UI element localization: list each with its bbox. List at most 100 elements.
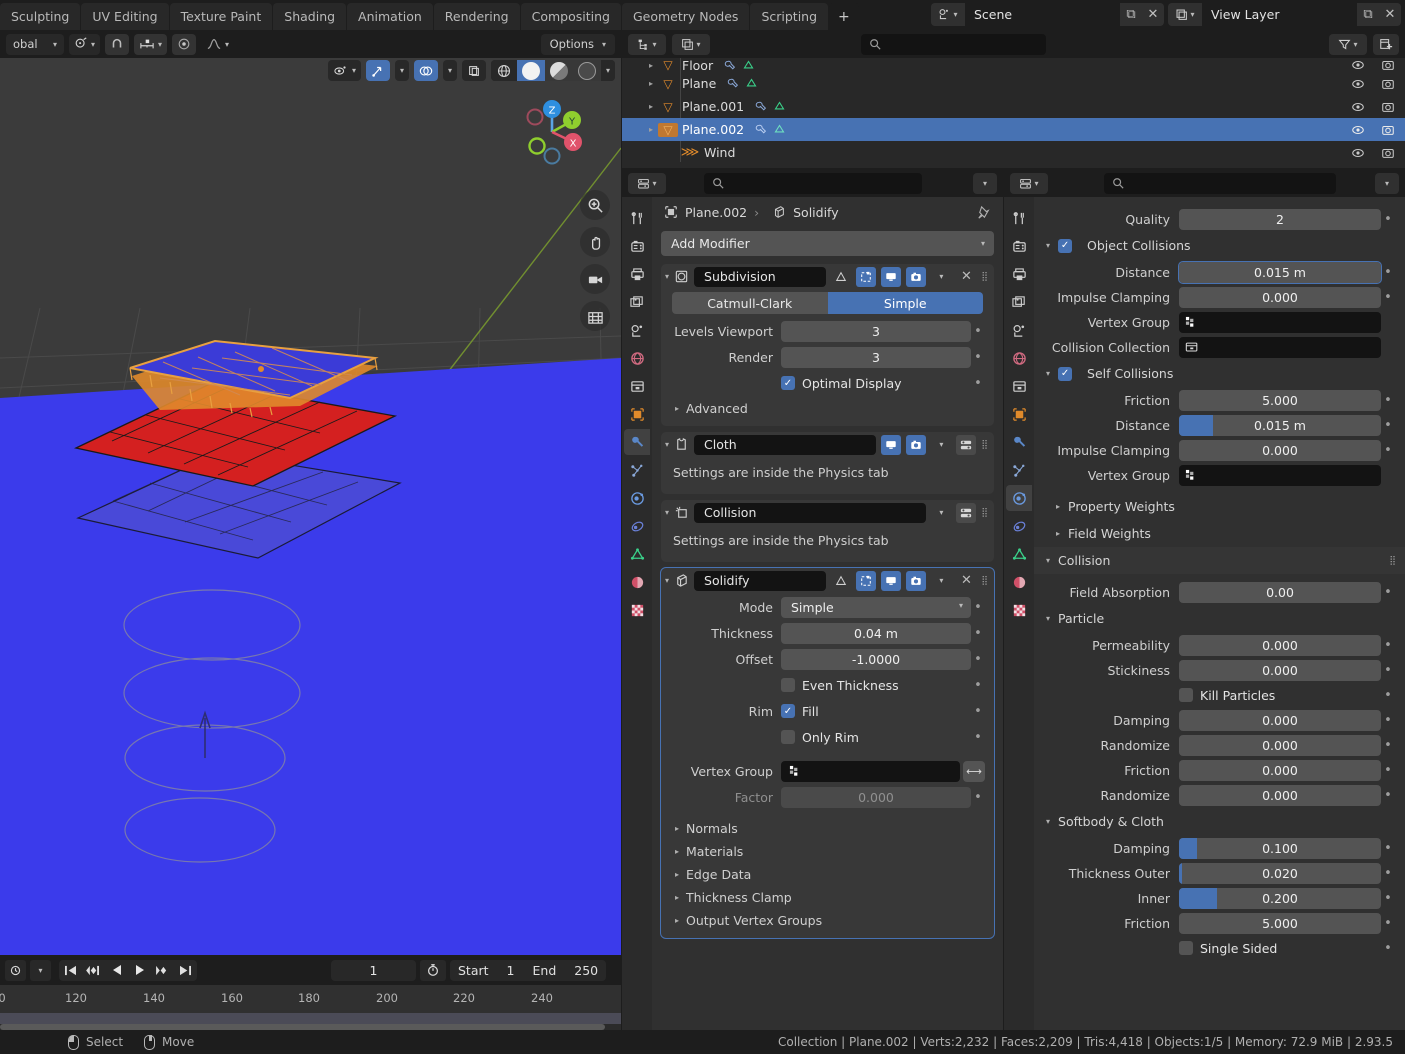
animate-property-dot[interactable]: •	[1381, 663, 1395, 678]
self-collisions-section-header[interactable]: ▾ ✓ Self Collisions	[1034, 360, 1405, 387]
pivot-point-dropdown[interactable]: ▾	[69, 33, 101, 55]
modifier-collision[interactable]: ▾ Collision ▾ ⣿ Settings are inside the …	[661, 500, 994, 562]
show-in-render-toggle[interactable]	[906, 570, 927, 591]
animate-property-dot[interactable]: •	[1381, 688, 1395, 703]
properties-editor-type-button[interactable]: ▾	[628, 172, 666, 194]
animate-property-dot[interactable]: •	[971, 626, 985, 641]
animate-property-dot[interactable]: •	[971, 678, 985, 693]
particle-section-header[interactable]: ▾ Particle	[1034, 605, 1405, 632]
modifier-name-field[interactable]: Solidify	[694, 570, 827, 591]
collision-section-header[interactable]: ▾ Collision ⣿	[1034, 547, 1405, 574]
timeline-range-strip[interactable]	[0, 1013, 621, 1024]
workspace-tab-geometry-nodes[interactable]: Geometry Nodes	[621, 3, 750, 30]
viewlayer-selector[interactable]: ▾ View Layer ⧉ ✕	[1168, 3, 1401, 26]
camera-icon[interactable]	[1381, 146, 1395, 160]
modifier-name-field[interactable]: Cloth	[694, 434, 877, 455]
oc-vertex-group-field[interactable]	[1179, 311, 1381, 333]
show-in-edit-mode-cage-toggle[interactable]	[831, 571, 851, 591]
object-visibility-dropdown[interactable]: ▾	[327, 60, 361, 81]
sc-impulse-clamping-field[interactable]: 0.000	[1179, 439, 1381, 461]
field-weights-section[interactable]: ▸ Field Weights	[1034, 520, 1405, 547]
show-in-viewport-toggle[interactable]	[881, 570, 902, 591]
timeline-editor[interactable]: ▾ 1 Start 1 End 250 0 120 140 160 180 20…	[0, 955, 621, 1030]
outliner-tree[interactable]: ▸ ▽ Floor ▸ ▽ Plane ▸ ▽ Plane.001 ▸ ▽ Pl…	[622, 58, 1405, 168]
outliner-row-plane-001[interactable]: ▸ ▽ Plane.001	[622, 95, 1405, 118]
render-levels-field[interactable]: 3	[781, 346, 971, 368]
object-collisions-section-header[interactable]: ▾ ✓ Object Collisions	[1034, 232, 1405, 259]
remove-modifier-button[interactable]: ✕	[956, 267, 976, 287]
tab-material[interactable]	[1006, 569, 1032, 595]
particle-friction-randomize-field[interactable]: 0.000	[1179, 784, 1381, 806]
outliner-row-floor[interactable]: ▸ ▽ Floor	[622, 58, 1405, 72]
tab-material[interactable]	[624, 569, 650, 595]
tab-view-layer[interactable]	[1006, 289, 1032, 315]
animate-property-dot[interactable]: •	[1381, 443, 1395, 458]
collapse-triangle-icon[interactable]: ▾	[665, 272, 669, 281]
particle-damping-field[interactable]: 0.000	[1179, 709, 1381, 731]
overlays-toggle[interactable]	[413, 60, 438, 81]
animate-property-dot[interactable]: •	[1381, 916, 1395, 931]
particle-damping-randomize-field[interactable]: 0.000	[1179, 734, 1381, 756]
eye-icon[interactable]	[1351, 58, 1365, 72]
breadcrumb-modifier[interactable]: Solidify	[793, 205, 839, 220]
end-frame-value[interactable]: 250	[574, 963, 598, 978]
scene-selector[interactable]: ▾ Scene ⧉ ✕	[931, 3, 1164, 26]
animate-property-dot[interactable]: •	[971, 730, 985, 745]
even-thickness-checkbox[interactable]: Even Thickness	[781, 678, 971, 693]
prev-keyframe-button[interactable]	[82, 960, 105, 981]
collapse-triangle-icon[interactable]: ▾	[665, 440, 669, 449]
gizmo-toggle[interactable]	[365, 60, 390, 81]
jump-start-button[interactable]	[59, 960, 82, 981]
snap-magnet-toggle[interactable]	[105, 33, 130, 55]
tab-object-data[interactable]	[624, 541, 650, 567]
output-vertex-groups-subpanel[interactable]: ▸ Output Vertex Groups	[661, 909, 994, 932]
gizmo-dropdown[interactable]: ▾	[394, 60, 409, 81]
tab-object-data[interactable]	[1006, 541, 1032, 567]
viewlayer-name[interactable]: View Layer	[1202, 3, 1357, 26]
close-viewlayer-button[interactable]: ✕	[1379, 3, 1401, 26]
tab-particles[interactable]	[1006, 457, 1032, 483]
animate-property-dot[interactable]: •	[971, 652, 985, 667]
modifier-extras-dropdown[interactable]: ▾	[931, 267, 951, 287]
camera-icon[interactable]	[1381, 123, 1395, 137]
outliner-filter-button[interactable]: ▾	[1329, 33, 1367, 55]
expand-triangle-icon[interactable]: ▸	[644, 125, 658, 134]
physics-options-dropdown[interactable]: ▾	[1375, 172, 1399, 194]
thickness-field[interactable]: 0.04 m	[781, 622, 971, 644]
snap-target-dropdown[interactable]: ▾	[134, 33, 168, 55]
outliner-editor[interactable]: ▾ ▾ ▾ ▸ ▽ Floor ▸ ▽ Plane ▸ ▽ Plane.001 …	[622, 30, 1405, 168]
expand-triangle-icon[interactable]: ▸	[644, 79, 658, 88]
animate-property-dot[interactable]: •	[971, 324, 985, 339]
animate-property-dot[interactable]: •	[1381, 738, 1395, 753]
levels-viewport-field[interactable]: 3	[781, 320, 971, 342]
navigation-gizmo[interactable]: Z Y X	[513, 93, 591, 171]
animate-property-dot[interactable]: •	[1381, 290, 1395, 305]
field-absorption-field[interactable]: 0.00	[1179, 581, 1381, 603]
show-in-edit-mode-toggle[interactable]	[856, 570, 877, 591]
animate-property-dot[interactable]: •	[971, 704, 985, 719]
softbody-cloth-section-header[interactable]: ▾ Softbody & Cloth	[1034, 808, 1405, 835]
thickness-clamp-subpanel[interactable]: ▸ Thickness Clamp	[661, 886, 994, 909]
catmull-clark-button[interactable]: Catmull-Clark	[672, 292, 828, 314]
viewport-scene[interactable]	[0, 58, 621, 955]
drag-handle[interactable]: ⣿	[1389, 556, 1397, 566]
modifier-solidify[interactable]: ▾ Solidify ▾ ✕ ⣿ Mode Simple ▾ • Thicknes…	[660, 567, 995, 939]
play-button[interactable]	[128, 960, 151, 981]
animate-property-dot[interactable]: •	[971, 600, 985, 615]
modifier-panel-body[interactable]: Plane.002 › Solidify Add Modifier ▾ ▾ Sub…	[652, 197, 1003, 1054]
tab-scene[interactable]	[624, 317, 650, 343]
timeline-menu-dropdown[interactable]: ▾	[30, 959, 51, 981]
xray-toggle[interactable]	[461, 60, 486, 81]
stickiness-field[interactable]: 0.000	[1179, 659, 1381, 681]
transform-orientation-dropdown[interactable]: obal ▾	[6, 33, 64, 55]
tab-tool[interactable]	[624, 205, 650, 231]
physics-search-input[interactable]	[1104, 172, 1336, 194]
eye-icon[interactable]	[1351, 123, 1365, 137]
tab-output[interactable]	[1006, 261, 1032, 287]
modifier-extras-dropdown[interactable]: ▾	[931, 435, 951, 455]
tab-render[interactable]	[1006, 233, 1032, 259]
animate-property-dot[interactable]: •	[971, 376, 985, 391]
checkbox-icon[interactable]: ✓	[1058, 366, 1073, 381]
tab-object[interactable]	[1006, 401, 1032, 427]
particle-friction-field[interactable]: 0.000	[1179, 759, 1381, 781]
